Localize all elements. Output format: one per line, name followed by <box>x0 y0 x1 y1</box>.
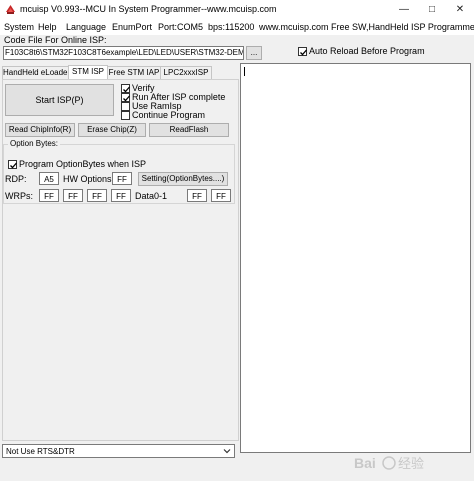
setting-optionbytes-button[interactable]: Setting(OptionBytes....) <box>138 172 228 186</box>
check-icon <box>300 49 307 56</box>
maximize-button[interactable]: □ <box>418 0 446 20</box>
tab-stm-isp[interactable]: STM ISP <box>68 65 108 80</box>
tab-free-stm-iap[interactable]: Free STM IAP <box>107 66 161 79</box>
menu-language[interactable]: Language <box>66 22 106 32</box>
auto-reload-checkbox[interactable] <box>298 47 307 56</box>
menu-port[interactable]: Port:COM5 <box>158 22 203 32</box>
option-bytes-group: Option Bytes: Program OptionBytes when I… <box>3 139 235 204</box>
menu-system[interactable]: System <box>4 22 34 32</box>
rts-dtr-select[interactable]: Not Use RTS&DTR <box>2 444 235 458</box>
title-bar: mcuisp V0.993--MCU In System Programmer-… <box>0 0 474 20</box>
data1-field[interactable]: FF <box>211 189 231 202</box>
rts-dtr-value: Not Use RTS&DTR <box>6 447 75 456</box>
rdp-label: RDP: <box>5 174 27 184</box>
data01-label: Data0-1 <box>135 191 168 201</box>
svg-text:Bai: Bai <box>354 455 376 471</box>
hw-options-field[interactable]: FF <box>112 172 132 185</box>
continue-program-label: Continue Program <box>132 110 206 120</box>
rdp-field[interactable]: A5 <box>39 172 59 185</box>
chevron-down-icon <box>223 449 231 454</box>
stm-isp-panel: Start ISP(P) Verify Run After ISP comple… <box>2 79 239 441</box>
app-window: mcuisp V0.993--MCU In System Programmer-… <box>0 0 474 481</box>
use-ramisp-checkbox[interactable] <box>121 102 130 111</box>
menu-bps[interactable]: bps:115200 <box>208 22 254 32</box>
wrp-field-3[interactable]: FF <box>111 189 131 202</box>
menu-bar: System Help Language EnumPort Port:COM5 … <box>0 20 474 35</box>
minimize-button[interactable]: — <box>390 0 418 20</box>
wrp-field-2[interactable]: FF <box>87 189 107 202</box>
verify-checkbox[interactable] <box>121 84 130 93</box>
hw-options-label: HW Options: <box>63 174 115 184</box>
start-isp-button[interactable]: Start ISP(P) <box>5 84 114 116</box>
program-optionbytes-label: Program OptionBytes when ISP <box>19 159 147 169</box>
svg-text:经验: 经验 <box>398 456 424 471</box>
window-title: mcuisp V0.993--MCU In System Programmer-… <box>20 4 277 14</box>
browse-button[interactable]: ... <box>246 46 262 60</box>
erase-chip-button[interactable]: Erase Chip(Z) <box>78 123 146 137</box>
baidu-watermark-logo: Bai 经验 <box>354 455 424 471</box>
menu-enumport[interactable]: EnumPort <box>112 22 152 32</box>
text-caret <box>244 67 245 76</box>
auto-reload-label: Auto Reload Before Program <box>309 46 425 56</box>
read-chipinfo-button[interactable]: Read ChipInfo(R) <box>5 123 75 137</box>
continue-program-checkbox[interactable] <box>121 111 130 120</box>
tab-handheld-eloader[interactable]: HandHeld eLoader <box>2 66 70 79</box>
option-bytes-title: Option Bytes: <box>8 139 61 148</box>
check-icon <box>10 162 17 169</box>
close-button[interactable]: ✕ <box>446 0 474 20</box>
data0-field[interactable]: FF <box>187 189 207 202</box>
output-log-area[interactable] <box>240 63 471 453</box>
code-file-path-field[interactable]: F103C8t6\STM32F103C8T6example\LED\LED\US… <box>3 46 244 60</box>
code-file-label: Code File For Online ISP: <box>4 35 107 45</box>
menu-website[interactable]: www.mcuisp.com Free SW,HandHeld ISP Prog… <box>259 22 474 32</box>
wrp-field-1[interactable]: FF <box>63 189 83 202</box>
run-after-isp-checkbox[interactable] <box>121 93 130 102</box>
menu-help[interactable]: Help <box>38 22 57 32</box>
wrps-label: WRPs: <box>5 191 33 201</box>
wrp-field-0[interactable]: FF <box>39 189 59 202</box>
program-optionbytes-checkbox[interactable] <box>8 160 17 169</box>
tab-lpc2xxx-isp[interactable]: LPC2xxxISP <box>160 66 212 79</box>
read-flash-button[interactable]: ReadFlash <box>149 123 229 137</box>
app-logo-icon <box>6 5 15 14</box>
